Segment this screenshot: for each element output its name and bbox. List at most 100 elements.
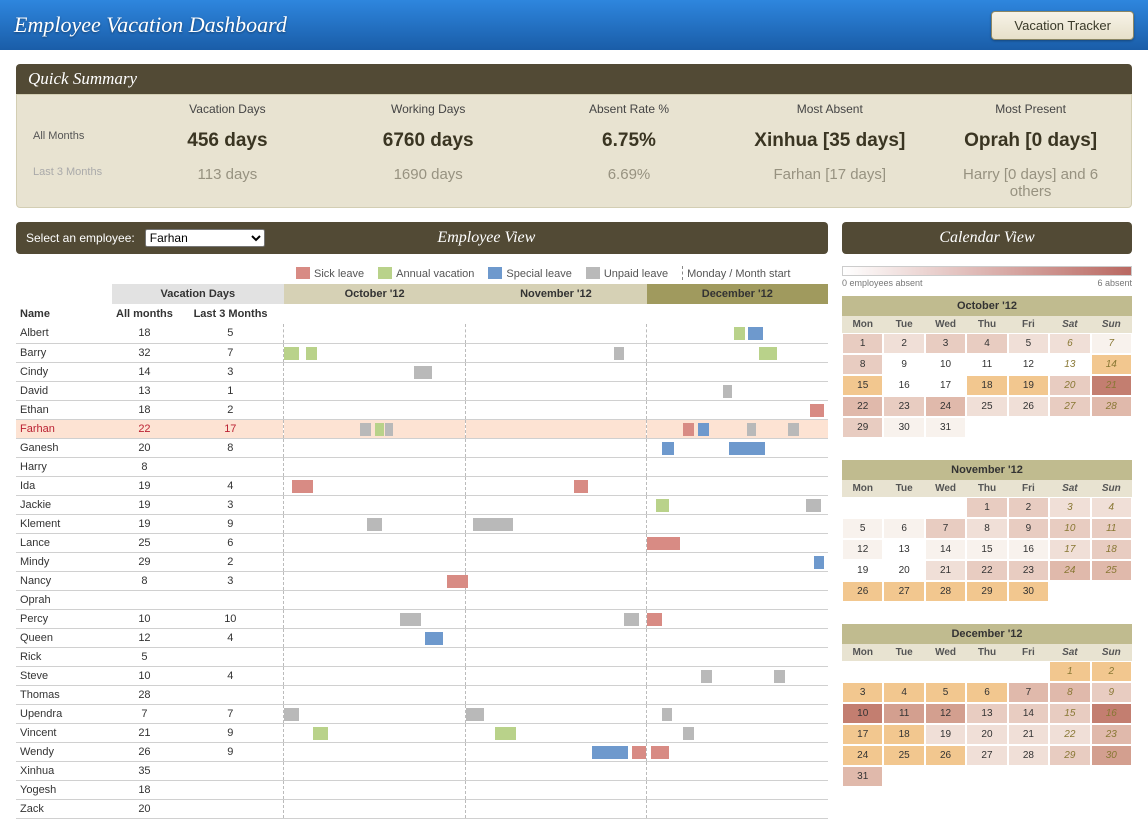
calendar-day[interactable]: 14 xyxy=(925,539,966,560)
calendar-day[interactable]: 17 xyxy=(1049,539,1090,560)
table-row[interactable]: Thomas28 xyxy=(16,685,828,704)
calendar-day[interactable]: 19 xyxy=(1008,375,1049,396)
calendar-day[interactable]: 24 xyxy=(842,745,883,766)
calendar-day[interactable]: 8 xyxy=(1049,682,1090,703)
calendar-day[interactable]: 1 xyxy=(842,333,883,354)
calendar-day[interactable]: 2 xyxy=(1008,497,1049,518)
table-row[interactable]: Lance256 xyxy=(16,533,828,552)
calendar-day[interactable]: 25 xyxy=(966,396,1007,417)
calendar-day[interactable]: 4 xyxy=(966,333,1007,354)
table-row[interactable]: Nancy83 xyxy=(16,571,828,590)
calendar-day[interactable]: 9 xyxy=(1008,518,1049,539)
calendar-day[interactable]: 15 xyxy=(842,375,883,396)
calendar-day[interactable]: 13 xyxy=(883,539,924,560)
table-row[interactable]: Steve104 xyxy=(16,666,828,685)
calendar-day[interactable]: 18 xyxy=(966,375,1007,396)
calendar-day[interactable]: 8 xyxy=(966,518,1007,539)
calendar-day[interactable]: 11 xyxy=(883,703,924,724)
table-row[interactable]: Xinhua35 xyxy=(16,761,828,780)
table-row[interactable]: Klement199 xyxy=(16,514,828,533)
calendar-day[interactable]: 14 xyxy=(1008,703,1049,724)
calendar-day[interactable]: 24 xyxy=(925,396,966,417)
table-row[interactable]: Oprah xyxy=(16,590,828,609)
table-row[interactable]: Mindy292 xyxy=(16,552,828,571)
calendar-day[interactable]: 10 xyxy=(1049,518,1090,539)
vacation-tracker-button[interactable]: Vacation Tracker xyxy=(991,11,1134,40)
calendar-day[interactable]: 10 xyxy=(925,354,966,375)
calendar-day[interactable]: 17 xyxy=(842,724,883,745)
calendar-day[interactable]: 13 xyxy=(966,703,1007,724)
table-row[interactable]: Yogesh18 xyxy=(16,780,828,799)
calendar-day[interactable]: 25 xyxy=(1091,560,1132,581)
calendar-day[interactable]: 16 xyxy=(883,375,924,396)
table-row[interactable]: Rick5 xyxy=(16,647,828,666)
calendar-day[interactable]: 30 xyxy=(883,417,924,438)
calendar-day[interactable]: 7 xyxy=(1091,333,1132,354)
table-row[interactable]: Harry8 xyxy=(16,457,828,476)
calendar-day[interactable]: 21 xyxy=(1091,375,1132,396)
table-row[interactable]: Upendra77 xyxy=(16,704,828,723)
calendar-day[interactable]: 12 xyxy=(842,539,883,560)
calendar-day[interactable]: 27 xyxy=(966,745,1007,766)
calendar-day[interactable]: 3 xyxy=(842,682,883,703)
calendar-day[interactable]: 30 xyxy=(1008,581,1049,602)
calendar-day[interactable]: 12 xyxy=(1008,354,1049,375)
calendar-day[interactable]: 5 xyxy=(925,682,966,703)
calendar-day[interactable]: 3 xyxy=(1049,497,1090,518)
calendar-day[interactable]: 31 xyxy=(842,766,883,787)
calendar-day[interactable]: 20 xyxy=(1049,375,1090,396)
table-row[interactable]: Ida194 xyxy=(16,476,828,495)
calendar-day[interactable]: 15 xyxy=(966,539,1007,560)
calendar-day[interactable]: 27 xyxy=(883,581,924,602)
calendar-day[interactable]: 2 xyxy=(1091,661,1132,682)
calendar-day[interactable]: 29 xyxy=(842,417,883,438)
calendar-day[interactable]: 30 xyxy=(1091,745,1132,766)
calendar-day[interactable]: 18 xyxy=(883,724,924,745)
calendar-day[interactable]: 9 xyxy=(883,354,924,375)
table-row[interactable]: Vincent219 xyxy=(16,723,828,742)
table-row[interactable]: Albert185 xyxy=(16,324,828,343)
calendar-day[interactable]: 27 xyxy=(1049,396,1090,417)
calendar-day[interactable]: 11 xyxy=(1091,518,1132,539)
table-row[interactable]: Ethan182 xyxy=(16,400,828,419)
calendar-day[interactable]: 2 xyxy=(883,333,924,354)
calendar-day[interactable]: 28 xyxy=(1008,745,1049,766)
calendar-day[interactable]: 23 xyxy=(883,396,924,417)
calendar-day[interactable]: 11 xyxy=(966,354,1007,375)
calendar-day[interactable]: 16 xyxy=(1091,703,1132,724)
employee-select[interactable]: Farhan xyxy=(145,229,265,247)
calendar-day[interactable]: 6 xyxy=(966,682,1007,703)
calendar-day[interactable]: 25 xyxy=(883,745,924,766)
table-row[interactable]: Ganesh208 xyxy=(16,438,828,457)
calendar-day[interactable]: 24 xyxy=(1049,560,1090,581)
calendar-day[interactable]: 20 xyxy=(966,724,1007,745)
calendar-day[interactable]: 1 xyxy=(1049,661,1090,682)
calendar-day[interactable]: 23 xyxy=(1008,560,1049,581)
table-row[interactable]: Zack20 xyxy=(16,799,828,818)
calendar-day[interactable]: 22 xyxy=(1049,724,1090,745)
calendar-day[interactable]: 29 xyxy=(1049,745,1090,766)
calendar-day[interactable]: 22 xyxy=(966,560,1007,581)
table-row[interactable]: Cindy143 xyxy=(16,362,828,381)
calendar-day[interactable]: 20 xyxy=(883,560,924,581)
calendar-day[interactable]: 6 xyxy=(883,518,924,539)
calendar-day[interactable]: 12 xyxy=(925,703,966,724)
calendar-day[interactable]: 26 xyxy=(1008,396,1049,417)
table-row[interactable]: Queen124 xyxy=(16,628,828,647)
calendar-day[interactable]: 7 xyxy=(925,518,966,539)
calendar-day[interactable]: 4 xyxy=(1091,497,1132,518)
calendar-day[interactable]: 13 xyxy=(1049,354,1090,375)
table-row[interactable]: Jackie193 xyxy=(16,495,828,514)
calendar-day[interactable]: 4 xyxy=(883,682,924,703)
calendar-day[interactable]: 21 xyxy=(1008,724,1049,745)
calendar-day[interactable]: 19 xyxy=(925,724,966,745)
table-row[interactable]: Barry327 xyxy=(16,343,828,362)
table-row[interactable]: Wendy269 xyxy=(16,742,828,761)
calendar-day[interactable]: 3 xyxy=(925,333,966,354)
calendar-day[interactable]: 6 xyxy=(1049,333,1090,354)
table-row[interactable]: Percy1010 xyxy=(16,609,828,628)
calendar-day[interactable]: 15 xyxy=(1049,703,1090,724)
calendar-day[interactable]: 14 xyxy=(1091,354,1132,375)
calendar-day[interactable]: 10 xyxy=(842,703,883,724)
calendar-day[interactable]: 29 xyxy=(966,581,1007,602)
